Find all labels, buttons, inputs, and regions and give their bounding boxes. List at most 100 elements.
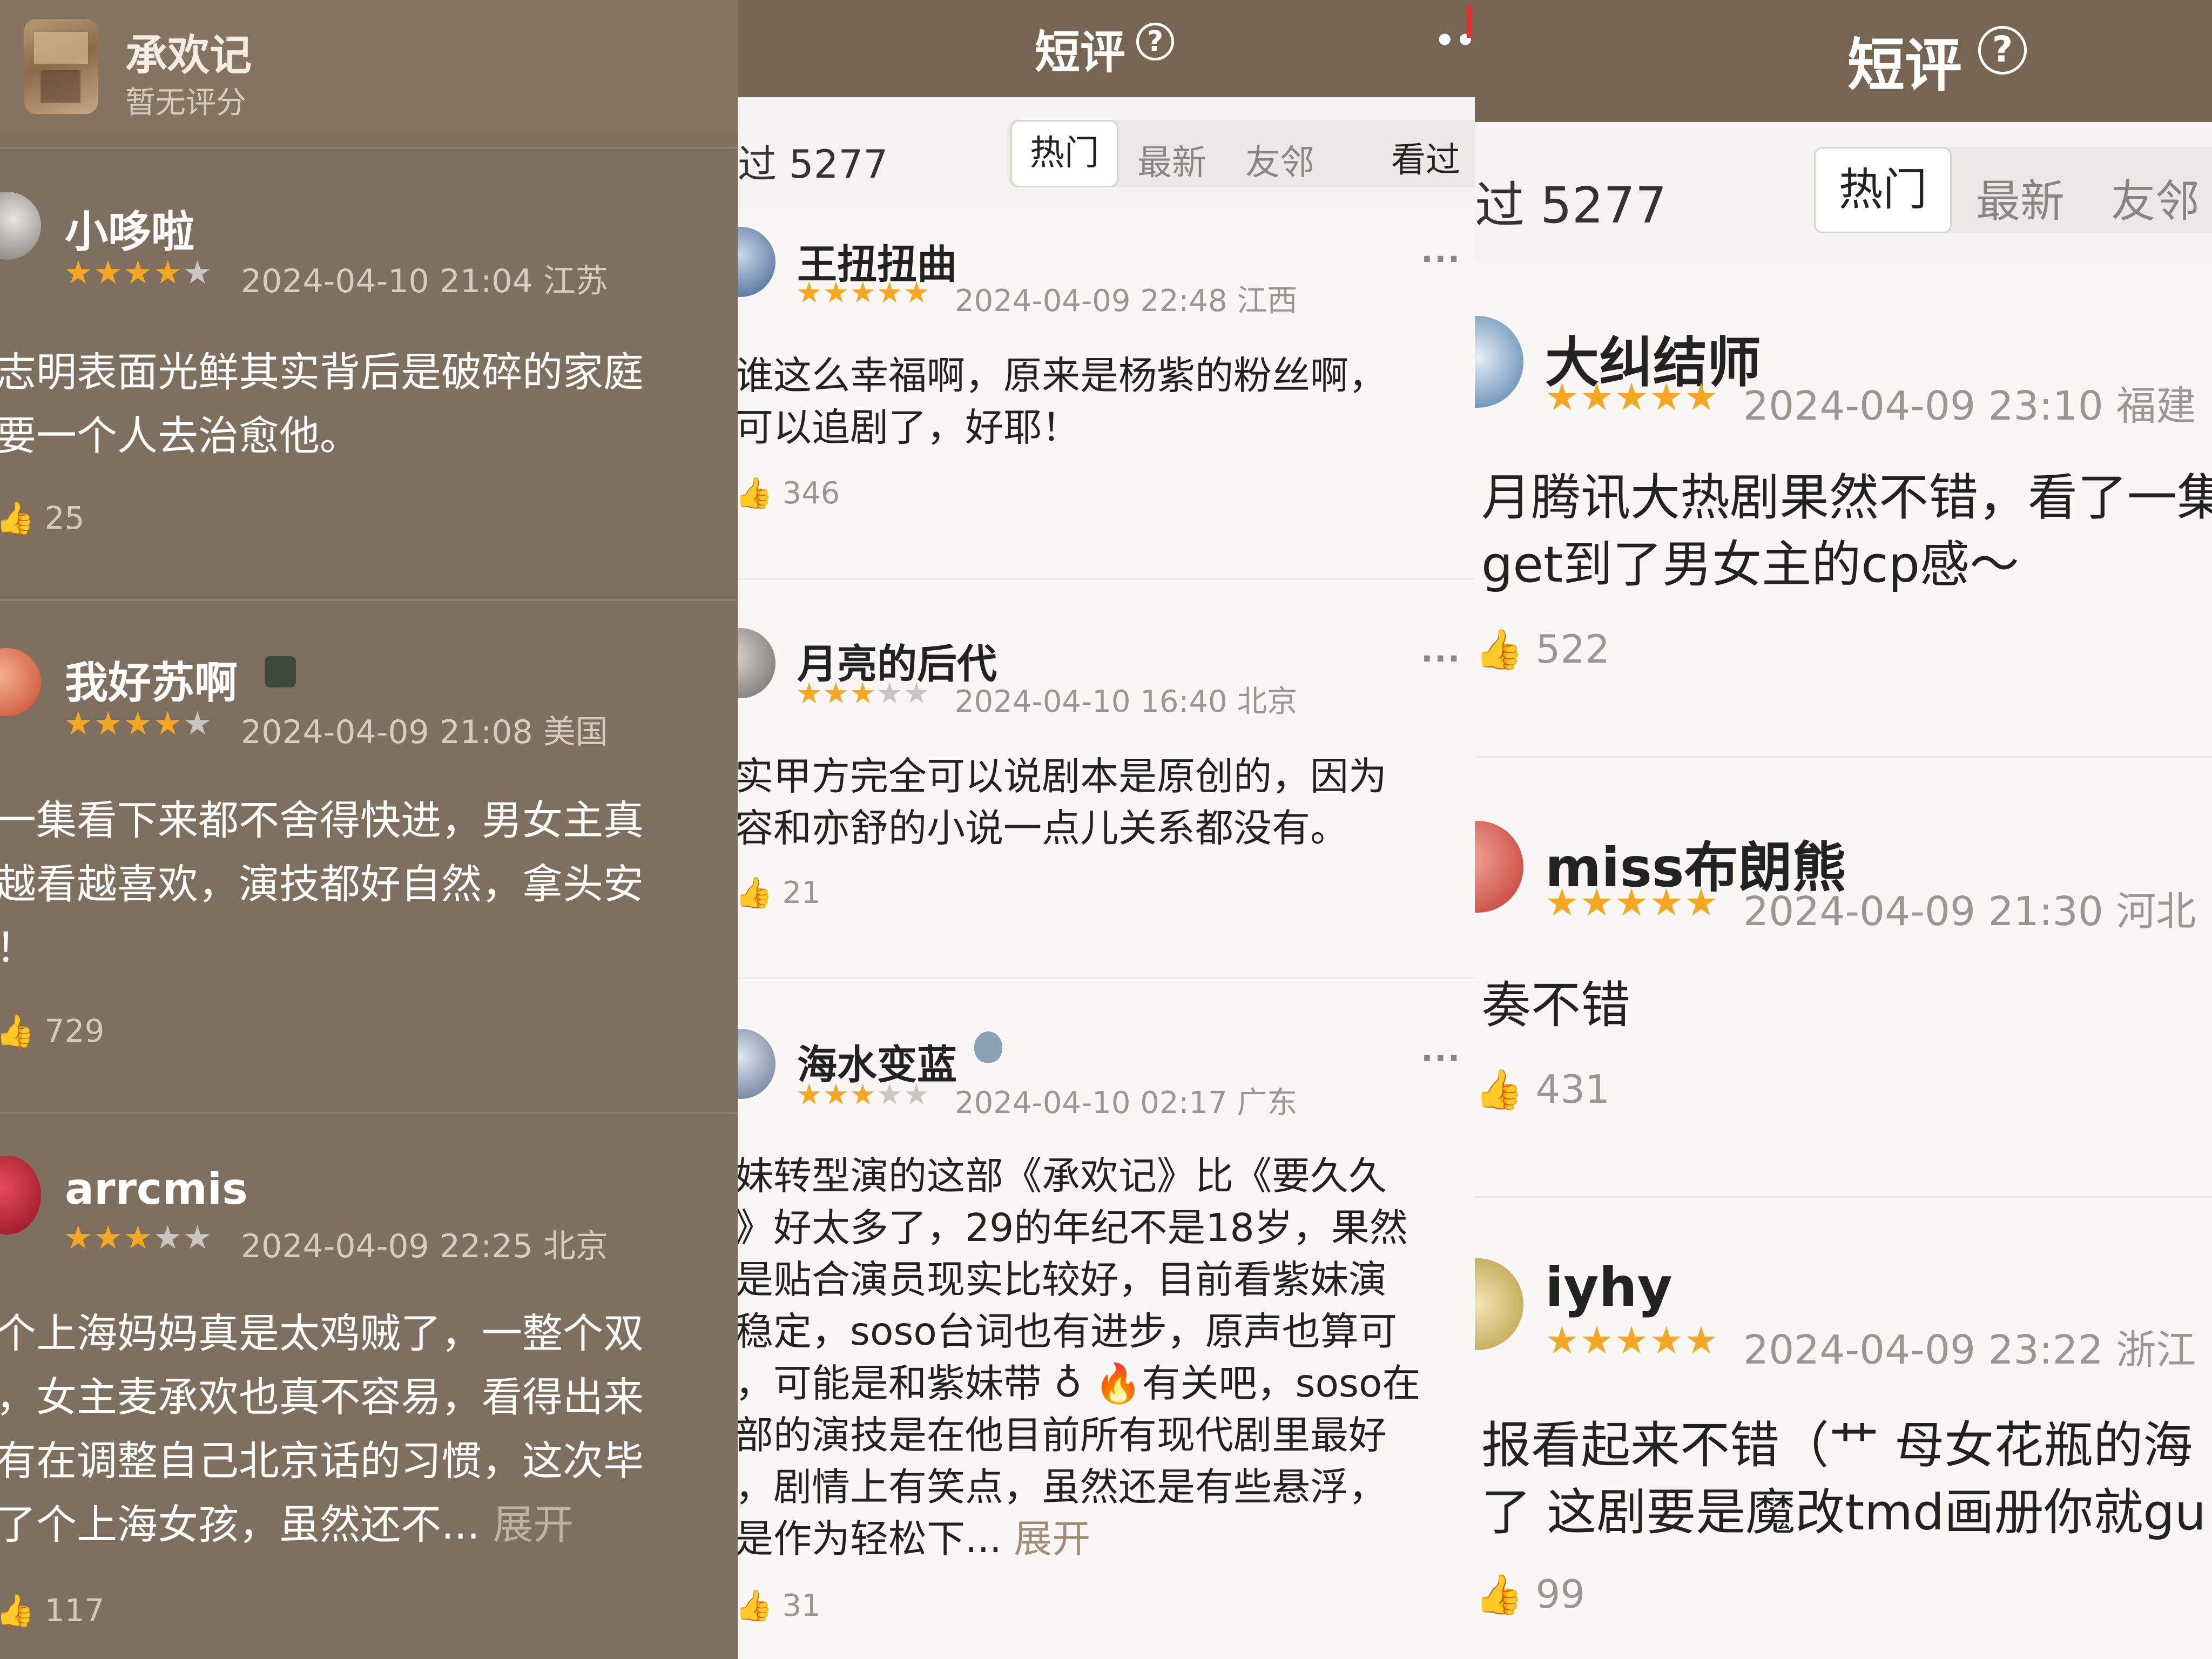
star-filled-icon: ★ xyxy=(796,676,822,710)
divider xyxy=(0,599,738,601)
star-filled-icon: ★ xyxy=(1649,375,1683,419)
useful-votes[interactable]: 👍 21 xyxy=(738,875,821,911)
tab-friends[interactable]: 友邻 xyxy=(1245,135,1314,185)
review-text: 报看起来不错（艹 母女花瓶的海 了 这剧要是魔改tmd画册你就gu xyxy=(1481,1417,2207,1541)
star-filled-icon: ★ xyxy=(1649,1318,1683,1363)
review-meta: 2024-04-09 21:30 河北 xyxy=(1743,888,2196,935)
star-filled-icon: ★ xyxy=(796,275,822,309)
show-header[interactable]: 承欢记 暂无评分 xyxy=(0,0,738,132)
star-filled-icon: ★ xyxy=(1580,375,1614,419)
review-username[interactable]: iyhy xyxy=(1545,1256,1673,1319)
useful-votes[interactable]: 👍 431 xyxy=(1475,1067,1610,1112)
show-rating: 暂无评分 xyxy=(125,85,246,120)
star-filled-icon: ★ xyxy=(93,705,123,743)
useful-votes[interactable]: 👍 31 xyxy=(738,1588,821,1623)
tab-latest[interactable]: 最新 xyxy=(1137,135,1206,185)
review-text: 奏不错 xyxy=(1481,976,1631,1034)
star-empty-icon: ★ xyxy=(183,705,212,743)
review-panel-light: 短评 ? •• 过 5277 热门 最新 友邻 看过 王扭扭曲 ★ ★ ★ ★ ★ 20… xyxy=(738,0,1475,1659)
review-meta: 2024-04-10 21:04 江苏 xyxy=(241,262,608,300)
thumb-icon: 👍 xyxy=(1475,626,1523,672)
useful-votes[interactable]: 👍 99 xyxy=(1475,1572,1585,1617)
avatar[interactable] xyxy=(738,628,775,698)
star-empty-icon: ★ xyxy=(183,254,212,292)
star-filled-icon: ★ xyxy=(153,254,183,292)
useful-votes[interactable]: 👍 522 xyxy=(1475,626,1610,672)
review-meta: 2024-04-09 22:48 江西 xyxy=(955,284,1298,319)
review-username[interactable]: 我好苏啊 xyxy=(65,648,238,711)
tab-hot[interactable]: 热门 xyxy=(1814,147,1952,233)
star-filled-icon: ★ xyxy=(1580,880,1614,925)
thumb-icon: 👍 xyxy=(1475,1067,1523,1112)
expand-link[interactable]: 展开 xyxy=(493,1501,574,1548)
review-username[interactable]: 小哆啦 xyxy=(65,197,194,260)
avatar[interactable] xyxy=(1475,821,1523,913)
star-filled-icon: ★ xyxy=(93,254,123,292)
useful-votes[interactable]: 👍 729 xyxy=(0,1013,104,1050)
star-filled-icon: ★ xyxy=(849,676,876,710)
star-filled-icon: ★ xyxy=(1614,880,1649,925)
review-text: 谁这么幸福啊，原来是杨紫的粉丝啊， 可以追剧了，好耶！ xyxy=(738,353,1387,450)
useful-votes[interactable]: 👍 346 xyxy=(738,475,840,511)
show-poster xyxy=(24,19,98,114)
useful-votes[interactable]: 👍 117 xyxy=(0,1592,104,1629)
divider xyxy=(0,1112,738,1114)
star-empty-icon: ★ xyxy=(876,1077,903,1111)
avatar[interactable] xyxy=(1475,316,1523,408)
filter-bar: 过 5277 热门 最新 友邻 xyxy=(1475,122,2212,262)
star-filled-icon: ★ xyxy=(1580,1318,1614,1363)
star-filled-icon: ★ xyxy=(903,275,930,309)
review-meta: 2024-04-09 23:22 浙江 xyxy=(1743,1327,2196,1373)
star-filled-icon: ★ xyxy=(1684,375,1718,419)
page-title: 短评 xyxy=(1035,26,1126,79)
totoro-badge-icon xyxy=(974,1031,1002,1063)
star-filled-icon: ★ xyxy=(1614,375,1649,419)
star-empty-icon: ★ xyxy=(153,1219,183,1257)
thumb-icon: 👍 xyxy=(738,875,773,911)
review-username[interactable]: arrcmis xyxy=(65,1164,248,1214)
star-empty-icon: ★ xyxy=(903,676,930,710)
review-meta: 2024-04-09 21:08 美国 xyxy=(241,713,608,751)
star-filled-icon: ★ xyxy=(1545,1318,1579,1363)
review-text: 妹转型演的这部《承欢记》比《要久久 》好太多了，29的年纪不是18岁，果然 是贴… xyxy=(738,1154,1421,1561)
thumb-icon: 👍 xyxy=(0,1013,35,1049)
expand-link[interactable]: 展开 xyxy=(1014,1516,1090,1561)
star-filled-icon: ★ xyxy=(123,1219,153,1257)
avatar[interactable] xyxy=(1475,1258,1523,1350)
help-icon[interactable]: ? xyxy=(1136,23,1174,60)
avatar[interactable] xyxy=(738,227,775,297)
thumb-icon: 👍 xyxy=(0,1592,35,1629)
star-filled-icon: ★ xyxy=(64,1219,93,1257)
star-filled-icon: ★ xyxy=(153,705,183,743)
more-options-icon[interactable]: ··· xyxy=(1421,640,1461,678)
show-title: 承欢记 xyxy=(125,31,252,80)
badge-icon xyxy=(265,656,296,687)
star-filled-icon: ★ xyxy=(1649,880,1683,925)
red-dot xyxy=(1467,5,1472,38)
seen-filter-label[interactable]: 看过 xyxy=(1391,132,1460,182)
more-options-icon[interactable]: ··· xyxy=(1421,240,1461,278)
avatar[interactable] xyxy=(0,648,41,716)
star-filled-icon: ★ xyxy=(64,705,93,743)
star-filled-icon: ★ xyxy=(1684,1318,1718,1363)
useful-votes[interactable]: 👍 25 xyxy=(0,500,84,537)
page-title: 短评 xyxy=(1847,32,1962,99)
review-panel-zoomed: 短评 ? 过 5277 热门 最新 友邻 大纠结师 ★ ★ ★ ★ ★ 2024-04-… xyxy=(1475,0,2212,1659)
star-filled-icon: ★ xyxy=(1684,880,1718,925)
avatar[interactable] xyxy=(0,192,41,260)
more-options-icon[interactable]: ··· xyxy=(1421,1040,1461,1077)
star-filled-icon: ★ xyxy=(123,254,153,292)
seen-count: 过 5277 xyxy=(738,141,888,187)
star-empty-icon: ★ xyxy=(876,676,903,710)
avatar[interactable] xyxy=(0,1156,41,1235)
help-icon[interactable]: ? xyxy=(1978,26,2027,75)
star-filled-icon: ★ xyxy=(93,1219,123,1257)
review-text: 月腾讯大热剧果然不错，看了一集 get到了男女主的cp感～ xyxy=(1481,469,2212,594)
review-meta: 2024-04-09 22:25 北京 xyxy=(241,1228,608,1265)
tab-friends[interactable]: 友邻 xyxy=(2111,165,2200,230)
review-meta: 2024-04-10 02:17 广东 xyxy=(955,1085,1298,1121)
tab-latest[interactable]: 最新 xyxy=(1976,165,2065,230)
avatar[interactable] xyxy=(738,1029,775,1099)
divider xyxy=(738,578,1475,579)
tab-hot[interactable]: 热门 xyxy=(1010,120,1118,187)
